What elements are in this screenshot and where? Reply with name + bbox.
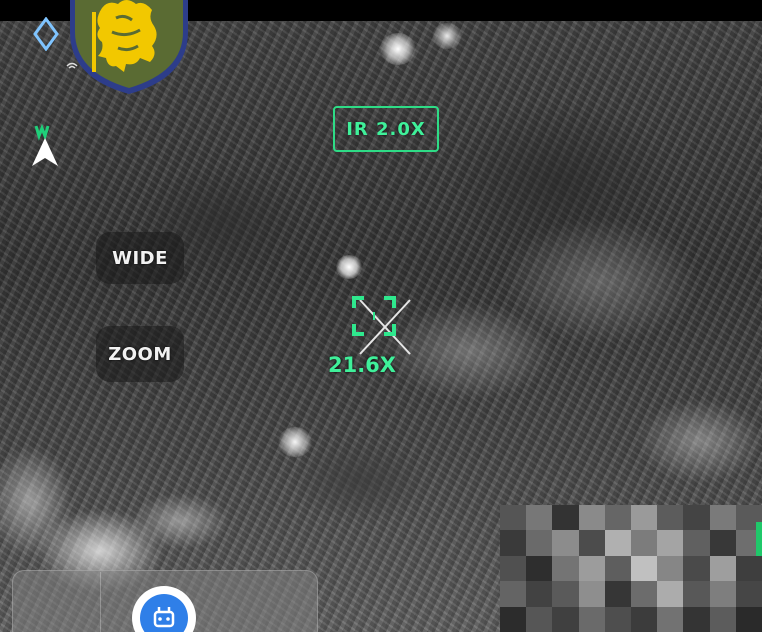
- wide-camera-button[interactable]: WIDE: [96, 232, 184, 284]
- panel-divider: [100, 572, 101, 632]
- heat-signature: [336, 255, 362, 279]
- zoom-camera-button[interactable]: ZOOM: [96, 326, 184, 382]
- target-zoom-readout: 21.6X: [322, 350, 402, 380]
- remote-controller-icon: [140, 594, 188, 632]
- compass-diamond-icon: [33, 17, 59, 51]
- north-arrow-icon: [32, 123, 58, 166]
- heat-signature: [432, 23, 462, 49]
- drone-camera-screen: WIDE ZOOM IR 2.0X 21.6X: [0, 0, 762, 632]
- remote-controller-glyph: [153, 607, 175, 628]
- ir-zoom-indicator[interactable]: IR 2.0X: [333, 106, 439, 152]
- target-reticle-icon[interactable]: [352, 296, 396, 336]
- censored-pixelated-area: [500, 505, 762, 632]
- ir-zoom-label: IR 2.0X: [346, 118, 426, 140]
- heat-signature: [278, 427, 312, 457]
- heat-signature: [380, 33, 416, 65]
- wide-button-label: WIDE: [112, 247, 168, 269]
- target-zoom-label: 21.6X: [327, 353, 396, 377]
- zoom-button-label: ZOOM: [108, 343, 172, 365]
- unit-emblem-lion-shield: [70, 0, 188, 94]
- edge-indicator: [756, 522, 762, 556]
